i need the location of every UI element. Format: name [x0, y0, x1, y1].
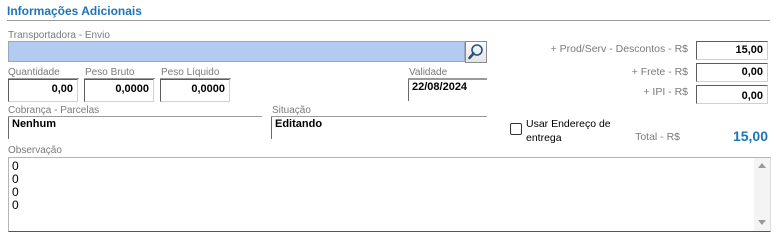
total-label: Total - R$: [635, 131, 680, 143]
transportadora-input[interactable]: [8, 41, 465, 62]
prod-serv-field[interactable]: 15,00: [696, 41, 768, 60]
search-transportadora-button[interactable]: [465, 41, 487, 63]
usar-endereco-label-line2: entrega: [526, 132, 562, 144]
validade-field[interactable]: 22/08/2024: [408, 79, 487, 101]
peso-bruto-field[interactable]: 0,0000: [84, 79, 154, 102]
observacao-label: Observação: [8, 145, 62, 156]
observacao-line: 0: [12, 198, 19, 212]
total-value: 15,00: [732, 128, 768, 144]
peso-liquido-label: Peso Líquido: [161, 67, 220, 78]
usar-endereco-checkbox[interactable]: [510, 123, 522, 135]
chevron-up-icon[interactable]: [758, 163, 766, 168]
situacao-label: Situação: [272, 105, 311, 116]
chevron-down-icon[interactable]: [758, 220, 766, 225]
quantidade-field[interactable]: 0,00: [8, 79, 78, 102]
peso-bruto-label: Peso Bruto: [85, 67, 135, 78]
frete-label: + Frete - R$: [631, 66, 688, 78]
cobranca-field[interactable]: Nenhum: [8, 117, 262, 139]
quantidade-label: Quantidade: [8, 67, 60, 78]
usar-endereco-label-line1: Usar Endereço de: [526, 118, 611, 130]
validade-label: Validade: [409, 67, 448, 78]
situacao-field[interactable]: Editando: [271, 117, 487, 139]
peso-liquido-field[interactable]: 0,0000: [160, 79, 230, 102]
transportadora-label: Transportadora - Envio: [8, 30, 110, 41]
observacao-textarea[interactable]: [8, 157, 771, 232]
cobranca-label: Cobrança - Parcelas: [8, 105, 100, 116]
ipi-label: + IPI - R$: [643, 86, 688, 98]
title-divider: [7, 20, 770, 21]
magnifier-icon: [468, 44, 483, 60]
usar-endereco-label: Usar Endereço de entrega: [526, 117, 611, 145]
frete-field[interactable]: 0,00: [696, 63, 768, 82]
section-title: Informações Adicionais: [7, 4, 142, 18]
prod-serv-label: + Prod/Serv - Descontos - R$: [550, 43, 688, 55]
observacao-text: 0 0 0 0: [12, 160, 19, 212]
ipi-field[interactable]: 0,00: [696, 85, 768, 104]
